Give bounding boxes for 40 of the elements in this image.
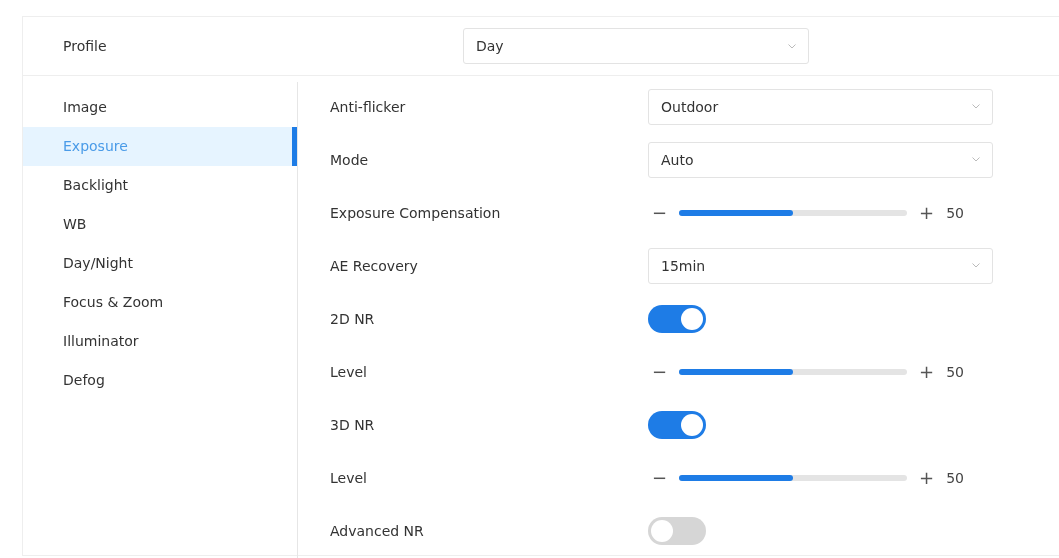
dropdown-select[interactable]: Outdoor bbox=[648, 88, 993, 125]
increase-button[interactable]: + bbox=[919, 202, 935, 223]
caret-icon bbox=[972, 157, 980, 162]
slider-value: 50 bbox=[946, 469, 964, 486]
setting-label: Level bbox=[330, 469, 368, 486]
slider-value: 50 bbox=[946, 204, 964, 221]
decrease-button[interactable]: − bbox=[652, 361, 668, 382]
setting-label: 3D NR bbox=[330, 416, 376, 433]
slider-track[interactable] bbox=[679, 474, 908, 481]
caret-icon bbox=[788, 43, 796, 49]
slider-track[interactable] bbox=[679, 368, 908, 375]
sidebar-item[interactable]: Focus & Zoom bbox=[23, 283, 297, 322]
toggle-switch[interactable] bbox=[648, 516, 706, 545]
setting-label: Advanced NR bbox=[330, 522, 425, 539]
sidebar-item[interactable]: Illuminator bbox=[23, 322, 297, 361]
decrease-button[interactable]: − bbox=[652, 202, 668, 223]
sidebar-item[interactable]: Day/Night bbox=[23, 244, 297, 283]
dropdown-select[interactable]: Auto bbox=[648, 141, 993, 178]
sidebar-item[interactable]: Defog bbox=[23, 361, 297, 400]
profile-label: Profile bbox=[63, 38, 108, 54]
setting-label: Anti-flicker bbox=[330, 98, 407, 115]
caret-icon bbox=[972, 263, 980, 268]
slider-track[interactable] bbox=[679, 209, 908, 216]
setting-label: Mode bbox=[330, 151, 370, 168]
sidebar-item[interactable]: Image bbox=[23, 88, 297, 127]
setting-label: Exposure Compensation bbox=[330, 204, 502, 221]
setting-label: 2D NR bbox=[330, 310, 376, 327]
decrease-button[interactable]: − bbox=[652, 467, 668, 488]
setting-label: AE Recovery bbox=[330, 257, 419, 274]
caret-icon bbox=[972, 104, 980, 109]
increase-button[interactable]: + bbox=[919, 467, 935, 488]
increase-button[interactable]: + bbox=[919, 361, 935, 382]
sidebar-item[interactable]: Backlight bbox=[23, 166, 297, 205]
slider-value: 50 bbox=[946, 363, 964, 380]
toggle-switch[interactable] bbox=[648, 410, 706, 439]
sidebar-item[interactable]: WB bbox=[23, 205, 297, 244]
profile-select[interactable]: Day bbox=[463, 28, 809, 64]
toggle-switch[interactable] bbox=[648, 304, 706, 333]
setting-label: Level bbox=[330, 363, 368, 380]
dropdown-select[interactable]: 15min bbox=[648, 247, 993, 284]
